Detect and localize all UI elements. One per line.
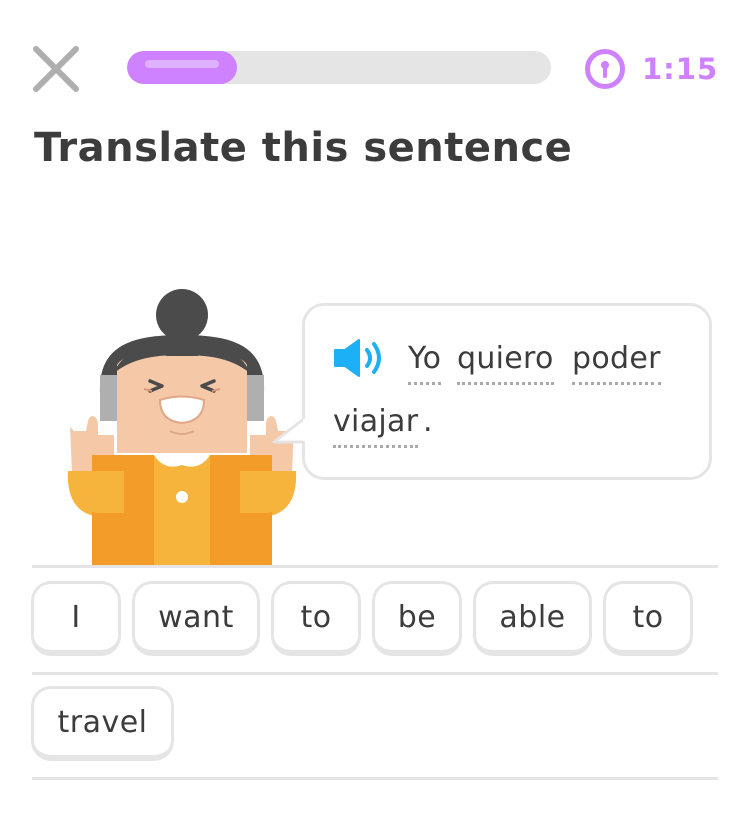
timer-text: 1:15	[642, 52, 719, 86]
word-tile[interactable]: I	[31, 581, 121, 656]
word-tile[interactable]: to	[603, 581, 693, 656]
speaker-icon[interactable]	[331, 336, 387, 380]
speech-bubble	[302, 303, 712, 480]
prompt-word[interactable]: poder	[572, 340, 661, 385]
prompt-word[interactable]: viajar	[333, 403, 419, 448]
timer-icon	[585, 49, 625, 89]
progress-shine	[145, 60, 219, 68]
timer: 1:15	[584, 48, 718, 90]
answer-line	[32, 777, 718, 780]
page-title: Translate this sentence	[34, 125, 573, 171]
prompt-punctuation: .	[423, 404, 433, 439]
answer-line	[32, 672, 718, 675]
word-tile[interactable]: travel	[31, 686, 174, 761]
answer-line	[32, 565, 718, 568]
speech-bubble-tail	[272, 418, 306, 444]
prompt-word[interactable]: Yo	[408, 340, 442, 385]
word-tile[interactable]: to	[271, 581, 361, 656]
progress-bar	[127, 51, 551, 84]
word-tile[interactable]: want	[132, 581, 260, 656]
character-illustration	[67, 289, 297, 567]
close-icon[interactable]	[30, 43, 82, 95]
word-tile[interactable]: be	[372, 581, 462, 656]
prompt-word[interactable]: quiero	[457, 340, 554, 385]
word-tile[interactable]: able	[473, 581, 592, 656]
